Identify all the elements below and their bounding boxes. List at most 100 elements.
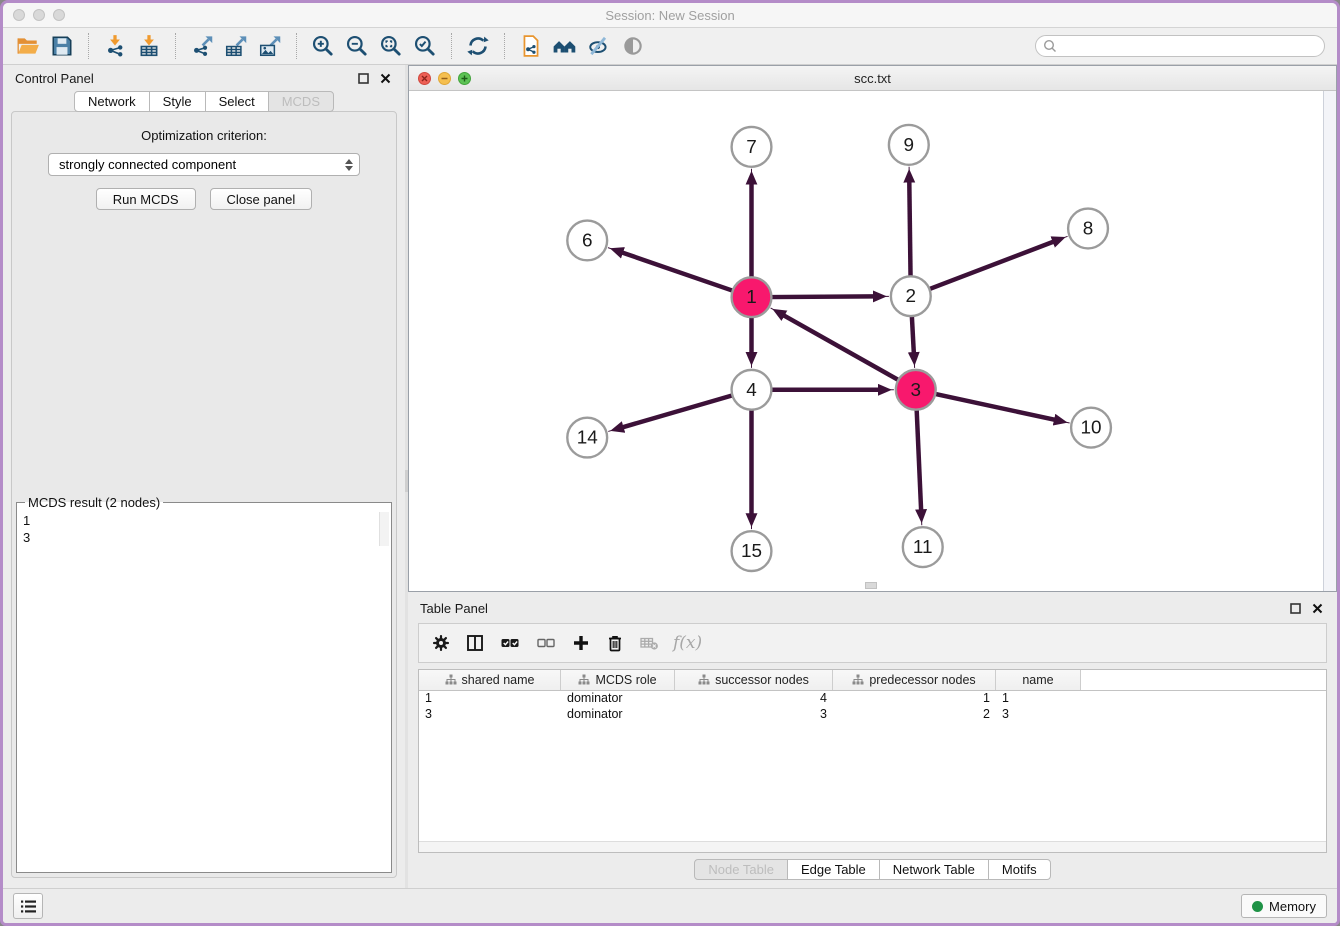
column-header-name[interactable]: name — [996, 670, 1081, 690]
graph-edge-3-1[interactable] — [784, 315, 899, 380]
graph-edge-1-2[interactable] — [771, 296, 874, 297]
zoom-fit-button[interactable] — [376, 31, 406, 61]
close-panel-action-button[interactable]: Close panel — [210, 188, 313, 210]
export-table-button[interactable] — [221, 31, 251, 61]
tab-motifs[interactable]: Motifs — [988, 859, 1051, 880]
float-panel-button[interactable] — [355, 70, 371, 86]
graph-edge-2-9[interactable] — [909, 182, 910, 277]
network-window-titlebar[interactable]: scc.txt — [409, 66, 1336, 91]
deselect-all-button[interactable] — [535, 633, 557, 653]
delete-row-button[interactable] — [605, 633, 625, 653]
graph-edge-2-3[interactable] — [912, 316, 914, 353]
mcds-result-line: 1 — [23, 512, 377, 529]
zoom-out-button[interactable] — [342, 31, 372, 61]
optimization-criterion-dropdown[interactable]: strongly connected component — [48, 153, 360, 176]
graph-node-6[interactable]: 6 — [567, 221, 607, 261]
graph-node-label: 7 — [746, 137, 757, 158]
graph-node-11[interactable]: 11 — [903, 527, 943, 567]
export-image-icon — [258, 34, 282, 58]
column-header-predecessor-nodes[interactable]: predecessor nodes — [833, 670, 996, 690]
result-scrollbar[interactable] — [379, 512, 389, 546]
trash-icon — [605, 633, 625, 653]
graph-node-9[interactable]: 9 — [889, 125, 929, 165]
table-row[interactable]: 3 dominator 3 2 3 — [419, 707, 1326, 723]
network-canvas[interactable]: 7 9 6 8 1 2 4 3 14 10 15 11 — [409, 91, 1323, 591]
network-vertical-scrollbar[interactable] — [1323, 91, 1336, 591]
table-toolbar: f(x) — [418, 623, 1327, 663]
graph-node-15[interactable]: 15 — [732, 531, 772, 571]
tab-mcds[interactable]: MCDS — [268, 91, 334, 112]
float-icon — [358, 73, 369, 84]
save-session-button[interactable] — [47, 31, 77, 61]
graph-node-label: 1 — [746, 287, 757, 308]
graph-edge-4-14[interactable] — [623, 395, 733, 427]
graph-edge-3-11[interactable] — [917, 410, 921, 511]
graph-edge-3-10[interactable] — [935, 394, 1055, 420]
function-builder-button[interactable]: f(x) — [673, 633, 702, 653]
eye-slash-icon — [587, 34, 611, 58]
close-table-panel-button[interactable] — [1309, 600, 1325, 616]
graph-node-4[interactable]: 4 — [732, 370, 772, 410]
graph-node-7[interactable]: 7 — [732, 127, 772, 167]
tab-network-table[interactable]: Network Table — [879, 859, 989, 880]
splitter-grip[interactable] — [405, 470, 408, 492]
graph-node-label: 9 — [904, 135, 915, 156]
tab-edge-table[interactable]: Edge Table — [787, 859, 880, 880]
cell-mcds-role: dominator — [561, 707, 675, 723]
tab-select[interactable]: Select — [205, 91, 269, 112]
search-input[interactable] — [1035, 35, 1325, 57]
hierarchy-icon — [445, 674, 457, 686]
export-network-button[interactable] — [187, 31, 217, 61]
show-columns-button[interactable] — [465, 633, 485, 653]
network-horizontal-scroll-thumb[interactable] — [865, 582, 877, 589]
hide-panels-button[interactable] — [584, 31, 614, 61]
column-header-shared-name[interactable]: shared name — [419, 670, 561, 690]
graph-node-8[interactable]: 8 — [1068, 209, 1108, 249]
birdseye-view-button[interactable] — [550, 31, 580, 61]
add-row-button[interactable] — [571, 633, 591, 653]
graph-node-label: 10 — [1080, 418, 1101, 439]
tab-style[interactable]: Style — [149, 91, 206, 112]
graph-edge-1-6[interactable] — [622, 252, 733, 290]
memory-button[interactable]: Memory — [1241, 894, 1327, 918]
graph-node-2[interactable]: 2 — [891, 276, 931, 316]
clone-network-button[interactable] — [516, 31, 546, 61]
graph-node-label: 14 — [577, 428, 598, 449]
table-settings-button[interactable] — [431, 633, 451, 653]
tab-node-table[interactable]: Node Table — [694, 859, 788, 880]
select-all-button[interactable] — [499, 633, 521, 653]
task-history-button[interactable] — [13, 893, 43, 919]
dropdown-stepper-icon — [345, 159, 355, 171]
export-image-button[interactable] — [255, 31, 285, 61]
delete-table-button[interactable] — [639, 634, 659, 652]
import-network-icon — [103, 34, 127, 58]
column-header-successor-nodes[interactable]: successor nodes — [675, 670, 833, 690]
panel-splitter[interactable] — [405, 65, 408, 888]
tab-network[interactable]: Network — [74, 91, 150, 112]
graph-node-1[interactable]: 1 — [732, 277, 772, 317]
table-horizontal-scrollbar[interactable] — [419, 841, 1326, 852]
column-label: predecessor nodes — [869, 673, 975, 687]
import-table-button[interactable] — [134, 31, 164, 61]
graph-node-10[interactable]: 10 — [1071, 408, 1111, 448]
graph-node-3[interactable]: 3 — [896, 370, 936, 410]
close-panel-button[interactable] — [377, 70, 393, 86]
zoom-selected-icon — [413, 34, 437, 58]
toolbar-separator — [296, 33, 297, 59]
float-table-panel-button[interactable] — [1287, 600, 1303, 616]
graph-node-14[interactable]: 14 — [567, 418, 607, 458]
zoom-selected-button[interactable] — [410, 31, 440, 61]
column-header-mcds-role[interactable]: MCDS role — [561, 670, 675, 690]
import-network-button[interactable] — [100, 31, 130, 61]
graph-edge-2-8[interactable] — [929, 242, 1053, 289]
table-panel: Table Panel — [408, 595, 1337, 888]
apply-layout-button[interactable] — [463, 31, 493, 61]
table-row[interactable]: 1 dominator 4 1 1 — [419, 691, 1326, 707]
run-mcds-button[interactable]: Run MCDS — [96, 188, 196, 210]
status-bar: Memory — [3, 888, 1337, 923]
column-label: shared name — [462, 673, 535, 687]
open-file-button[interactable] — [13, 31, 43, 61]
level-of-detail-button[interactable] — [618, 31, 648, 61]
zoom-in-button[interactable] — [308, 31, 338, 61]
delete-table-icon — [639, 634, 659, 652]
